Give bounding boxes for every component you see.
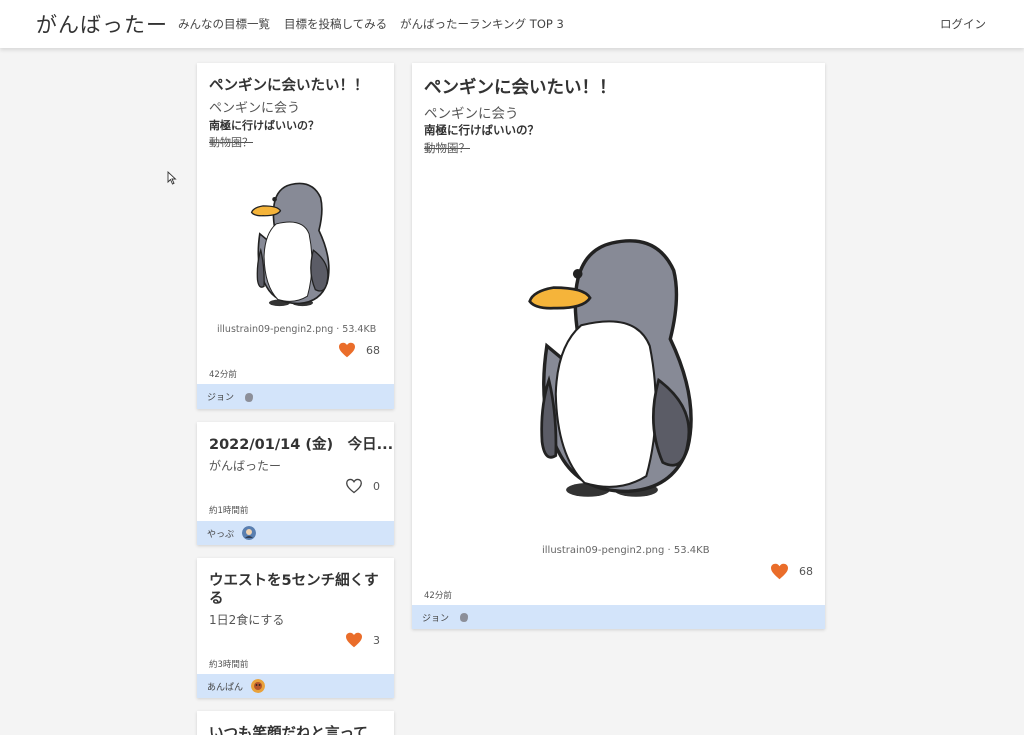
card-subtitle: がんばったー: [209, 459, 282, 473]
like-count: 0: [373, 479, 380, 493]
author-bar[interactable]: あんぱん: [197, 674, 394, 698]
image-caption: illustrain09-pengin2.png · 53.4KB: [217, 324, 377, 335]
like-count: 68: [366, 343, 380, 357]
goal-card[interactable]: 2022/01/14 (金) 今日... がんばったー 0 約1時間前 やっぷ: [197, 422, 394, 545]
avatar-icon: [242, 389, 257, 404]
penguin-image[interactable]: [245, 168, 337, 316]
like-row: 68: [770, 563, 813, 580]
author-bar[interactable]: ジョン: [412, 605, 825, 629]
heart-outline-icon[interactable]: [345, 478, 363, 494]
goal-card[interactable]: ペンギンに会いたい！！ ペンギンに会う 南極に行けばいいの？ 動物園？ illu…: [197, 63, 394, 409]
like-row: 0: [345, 478, 380, 494]
post-time: 約3時間前: [209, 660, 249, 670]
avatar-icon: [457, 610, 472, 624]
author-name: ジョン: [422, 613, 450, 624]
card-text-bold: 南極に行けばいいの？: [209, 119, 319, 132]
post-time: 42分前: [424, 591, 452, 601]
card-title-line1: ウエストを5センチ細くす: [209, 573, 379, 589]
detail-title: ペンギンに会いたい！！: [424, 78, 617, 98]
like-row: 3: [345, 632, 380, 648]
nav-ranking[interactable]: がんばったーランキング TOP 3: [400, 16, 564, 32]
image-caption: illustrain09-pengin2.png · 53.4KB: [542, 545, 710, 556]
goal-card[interactable]: ウエストを5センチ細くす る 1日2食にする 3 約3時間前 あんぱん: [197, 558, 394, 698]
post-time: 42分前: [209, 370, 237, 380]
mouse-cursor-icon: [167, 171, 177, 185]
goal-detail-card: ペンギンに会いたい！！ ペンギンに会う 南極に行けばいいの？ 動物園？ illu…: [412, 63, 825, 629]
post-time: 約1時間前: [209, 506, 249, 516]
card-subtitle: 1日2食にする: [209, 613, 285, 627]
card-title: 2022/01/14 (金) 今日...: [209, 437, 394, 453]
nav-goal-list[interactable]: みんなの目標一覧: [178, 16, 270, 32]
card-title-line2: る: [209, 591, 224, 607]
avatar-icon: [251, 679, 266, 693]
author-name: やっぷ: [207, 529, 235, 540]
detail-text-strike: 動物園？: [424, 141, 470, 155]
author-bar[interactable]: ジョン: [197, 384, 394, 409]
card-text-strike: 動物園？: [209, 136, 253, 149]
avatar-icon: [242, 526, 257, 540]
like-count: 68: [799, 565, 813, 578]
penguin-illustration: [250, 182, 330, 307]
heart-filled-icon[interactable]: [770, 563, 789, 580]
like-row: 68: [338, 342, 380, 358]
penguin-image[interactable]: [516, 198, 708, 528]
card-subtitle: ペンギンに会う: [209, 101, 301, 116]
heart-filled-icon[interactable]: [345, 632, 363, 648]
like-count: 3: [373, 633, 380, 647]
author-bar[interactable]: やっぷ: [197, 521, 394, 545]
goal-card[interactable]: いつも笑顔だねと言って: [197, 711, 394, 735]
navbar: がんばったー みんなの目標一覧 目標を投稿してみる がんばったーランキング TO…: [0, 0, 1024, 48]
nav-post-goal[interactable]: 目標を投稿してみる: [284, 16, 387, 32]
heart-filled-icon[interactable]: [338, 342, 356, 358]
card-title: ペンギンに会いたい！！: [209, 78, 369, 94]
penguin-illustration: [528, 239, 693, 497]
brand-logo[interactable]: がんばったー: [36, 9, 168, 39]
card-title: いつも笑顔だねと言って: [209, 726, 368, 735]
detail-subtitle: ペンギンに会う: [424, 106, 519, 122]
detail-text-bold: 南極に行けばいいの？: [424, 123, 539, 137]
login-link[interactable]: ログイン: [940, 16, 986, 32]
author-name: あんぱん: [207, 682, 244, 693]
author-name: ジョン: [207, 393, 235, 403]
